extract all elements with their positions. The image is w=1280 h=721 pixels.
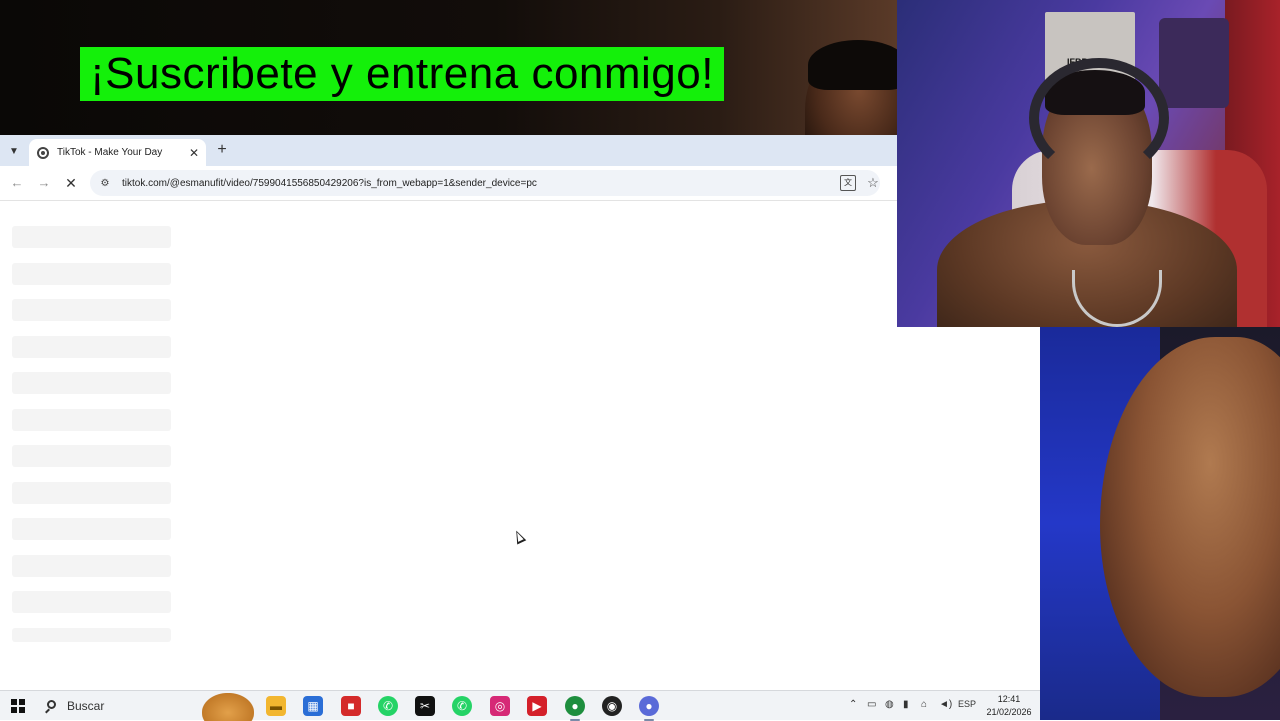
skeleton-row xyxy=(12,226,171,248)
background-person-hair xyxy=(808,40,897,90)
subscribe-banner: ¡Suscribete y entrena conmigo! xyxy=(80,47,724,101)
skeleton-row xyxy=(12,591,171,613)
webcam-overlay: IFBB xyxy=(897,0,1280,327)
chrome-icon[interactable]: ● xyxy=(565,696,585,721)
clock[interactable]: 12:41 21/02/2026 xyxy=(980,693,1038,719)
network-icon[interactable]: ⌂ xyxy=(921,699,927,710)
search-placeholder: Buscar xyxy=(67,699,105,713)
volume-icon[interactable]: ◄) xyxy=(939,699,952,710)
skeleton-row xyxy=(12,518,171,540)
skeleton-row xyxy=(12,409,171,431)
tab-list-button[interactable]: ▼ xyxy=(6,143,22,159)
whatsapp-icon[interactable]: ✆ xyxy=(378,696,398,716)
display-icon[interactable]: ▭ xyxy=(867,699,876,710)
page-content xyxy=(0,201,897,690)
chevron-up-icon[interactable]: ⌃ xyxy=(849,699,857,710)
skeleton-row xyxy=(12,336,171,358)
tab-strip: ▼ TikTok - Make Your Day ✕ + xyxy=(0,135,897,166)
skeleton-row xyxy=(12,372,171,394)
mouse-cursor xyxy=(511,528,527,545)
trophy-shelf xyxy=(1159,18,1229,108)
close-icon[interactable]: ✕ xyxy=(188,146,200,160)
app-icon[interactable]: ■ xyxy=(341,696,361,716)
stop-loading-icon[interactable]: ✕ xyxy=(62,174,80,192)
browser-window: ▼ TikTok - Make Your Day ✕ + ← → ✕ ⚙ tik… xyxy=(0,135,897,690)
taskbar-search[interactable]: Buscar xyxy=(37,693,255,721)
tab-tiktok[interactable]: TikTok - Make Your Day ✕ xyxy=(29,139,206,166)
security-icon[interactable]: ◍ xyxy=(885,699,894,710)
arrow-left-icon[interactable]: ← xyxy=(8,174,26,192)
whatsapp-icon[interactable]: ✆ xyxy=(452,696,472,716)
folder-icon[interactable]: ▬ xyxy=(266,696,286,716)
chevron-down-icon: ▼ xyxy=(9,145,19,157)
store-icon[interactable]: ▦ xyxy=(303,696,323,716)
tune-icon[interactable]: ⚙ xyxy=(98,178,112,189)
chrome-icon[interactable]: ● xyxy=(639,696,659,721)
windows-start-icon[interactable] xyxy=(11,699,25,713)
search-icon xyxy=(47,700,56,709)
star-icon[interactable]: ☆ xyxy=(866,175,880,191)
tab-title: TikTok - Make Your Day xyxy=(57,147,163,158)
translate-icon[interactable]: 文 xyxy=(840,175,856,191)
plus-icon[interactable]: + xyxy=(214,141,230,159)
record-icon[interactable]: ◉ xyxy=(602,696,622,716)
address-bar[interactable]: ⚙ tiktok.com/@esmanufit/video/7599041556… xyxy=(90,170,880,196)
capcut-icon[interactable]: ✂ xyxy=(415,696,435,716)
skeleton-row xyxy=(12,263,171,285)
skeleton-row xyxy=(12,555,171,577)
clock-date: 21/02/2026 xyxy=(986,707,1032,717)
microphone-icon[interactable]: ▮ xyxy=(903,699,909,710)
skeleton-row xyxy=(12,482,171,504)
browser-toolbar: ← → ✕ ⚙ tiktok.com/@esmanufit/video/7599… xyxy=(0,166,897,201)
url-text[interactable]: tiktok.com/@esmanufit/video/759904155685… xyxy=(122,178,840,189)
taskbar: Buscar ▬ ▦ ■ ✆ ✂ ✆ ◎ ▶ ● ◉ ● ⌃ ▭ ◍ ▮ ⌂ ◄… xyxy=(0,690,1040,721)
search-highlight-image xyxy=(202,693,254,721)
video-arm-closeup xyxy=(1040,327,1280,720)
skeleton-row xyxy=(12,445,171,467)
stream-icon[interactable]: ▶ xyxy=(527,696,547,716)
instagram-icon[interactable]: ◎ xyxy=(490,696,510,716)
language-indicator[interactable]: ESP xyxy=(958,699,976,709)
clock-time: 12:41 xyxy=(997,694,1021,704)
arrow-right-icon[interactable]: → xyxy=(35,174,53,192)
headset xyxy=(1029,58,1169,178)
skeleton-row xyxy=(12,299,171,321)
skeleton-row xyxy=(12,628,171,642)
tiktok-loading-icon xyxy=(37,146,49,159)
